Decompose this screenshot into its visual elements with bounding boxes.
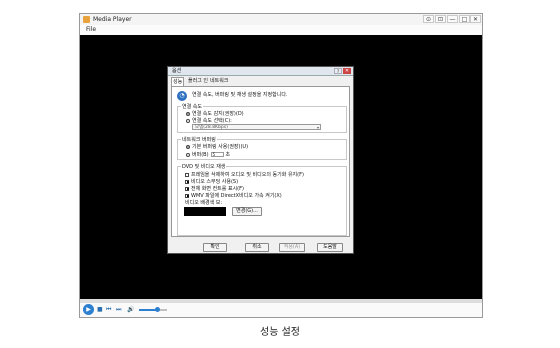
tab-plugins[interactable]: 플러그 인 [187,77,209,86]
window-title: Media Player [93,16,132,23]
radio-button[interactable] [186,111,190,116]
radio-button[interactable] [186,152,190,157]
checkbox[interactable] [185,172,189,177]
select-value: 모뎀(28.8Kbps) [195,125,228,130]
ok-button[interactable]: 확인 [203,243,227,252]
playback-controls: ▶ ■ ⏮ ⏭ 🔊 [80,303,482,317]
radio-button[interactable] [186,144,190,149]
speed-select[interactable]: 모뎀(28.8Kbps) ▾ [192,124,321,130]
volume-slider[interactable] [139,307,167,312]
volume-knob[interactable] [155,307,160,312]
intro-text: 연결 속도, 버퍼링 및 재생 설정을 지정합니다. [192,92,288,98]
cancel-button[interactable]: 취소 [245,243,269,252]
dvd-video-playback-group: DVD 및 비디오 재생 프레임을 삭제하여 오디오 및 비디오의 동기화 유지… [177,163,347,236]
background-color-swatch [184,207,226,216]
maximize-button[interactable]: □ [459,15,470,23]
radio-label: 버퍼(B) [192,152,209,158]
options-dialog: 옵션 ? ✕ 성능 플러그 인 네트워크 ◔ 연결 속도, 버퍼링 및 재생 설… [167,66,354,254]
switch-to-library-icon[interactable]: ⊙ [423,15,434,23]
next-button[interactable]: ⏭ [116,306,121,314]
play-button[interactable]: ▶ [83,304,94,315]
radio-choose-speed[interactable]: 연결 속도 선택(C): [186,117,232,124]
checkbox[interactable] [185,179,189,184]
background-color-label: 비디오 배경색 보: [185,200,223,206]
checkbox-drop-frames[interactable]: 프레임을 삭제하여 오디오 및 비디오의 동기화 유지(F) [185,171,304,178]
dialog-title: 옵션 [172,68,182,74]
help-button[interactable]: 도움말 [317,243,343,252]
minimize-button[interactable]: — [447,15,458,23]
dialog-help-icon[interactable]: ? [334,68,342,74]
connection-speed-group: 연결 속도 연결 속도 감지(권장)(D) 연결 속도 선택(C): 모뎀(28… [177,103,347,133]
checkbox-label: 전체 화면 컨트롤 표시(F) [191,186,244,192]
previous-button[interactable]: ⏮ [106,306,111,314]
seconds-unit: 초 [225,152,231,158]
tab-network[interactable]: 네트워크 [209,77,229,86]
performance-icon: ◔ [177,91,187,101]
apply-button[interactable]: 적용(A) [279,243,305,252]
checkbox-label: WMV 파일에 DirectX비디오 가속 켜기(X) [191,193,282,199]
group-title: 연결 속도 [181,103,203,110]
network-buffering-group: 네트워크 버퍼링 기본 버퍼링 사용(권장)(U) 버퍼(B) 5 초 [177,136,347,160]
mute-icon[interactable]: 🔊 [127,306,134,314]
change-color-button[interactable]: 변경(G)... [232,207,262,216]
chevron-down-icon: ▾ [316,125,319,130]
checkbox-video-smoothing[interactable]: 비디오 스무딩 사용(S) [185,178,238,185]
performance-panel: ◔ 연결 속도, 버퍼링 및 재생 설정을 지정합니다. 연결 속도 연결 속도… [171,86,350,237]
checkbox-fullscreen-controls[interactable]: 전체 화면 컨트롤 표시(F) [185,185,244,192]
checkbox-label: 비디오 스무딩 사용(S) [191,179,239,185]
stop-button[interactable]: ■ [97,306,103,314]
tab-performance[interactable]: 성능 [171,77,185,86]
compact-mode-icon[interactable]: ⊡ [435,15,446,23]
menu-file[interactable]: File [86,25,96,35]
dialog-close-button[interactable]: ✕ [343,68,351,74]
radio-label: 연결 속도 감지(권장)(D) [192,111,244,117]
radio-default-buffering[interactable]: 기본 버퍼링 사용(권장)(U) [186,143,248,150]
checkbox-label: 프레임을 삭제하여 오디오 및 비디오의 동기화 유지(F) [191,172,304,178]
dialog-title-bar: 옵션 ? ✕ [168,67,353,76]
radio-auto-detect[interactable]: 연결 속도 감지(권장)(D) [186,110,244,117]
group-title: 네트워크 버퍼링 [181,136,217,143]
app-icon [83,16,90,23]
buffer-seconds-input[interactable]: 5 [210,152,224,157]
checkbox[interactable] [185,193,189,198]
checkbox-directx-acceleration[interactable]: WMV 파일에 DirectX비디오 가속 켜기(X) [185,192,282,199]
group-title: DVD 및 비디오 재생 [181,163,227,170]
radio-label: 기본 버퍼링 사용(권장)(U) [192,144,249,150]
radio-button[interactable] [186,118,190,123]
checkbox[interactable] [185,186,189,191]
close-button[interactable]: ✕ [470,15,481,23]
caption: 성능 설정 [260,327,300,338]
radio-buffer[interactable]: 버퍼(B) 5 초 [186,151,230,158]
radio-label: 연결 속도 선택(C): [192,118,232,124]
